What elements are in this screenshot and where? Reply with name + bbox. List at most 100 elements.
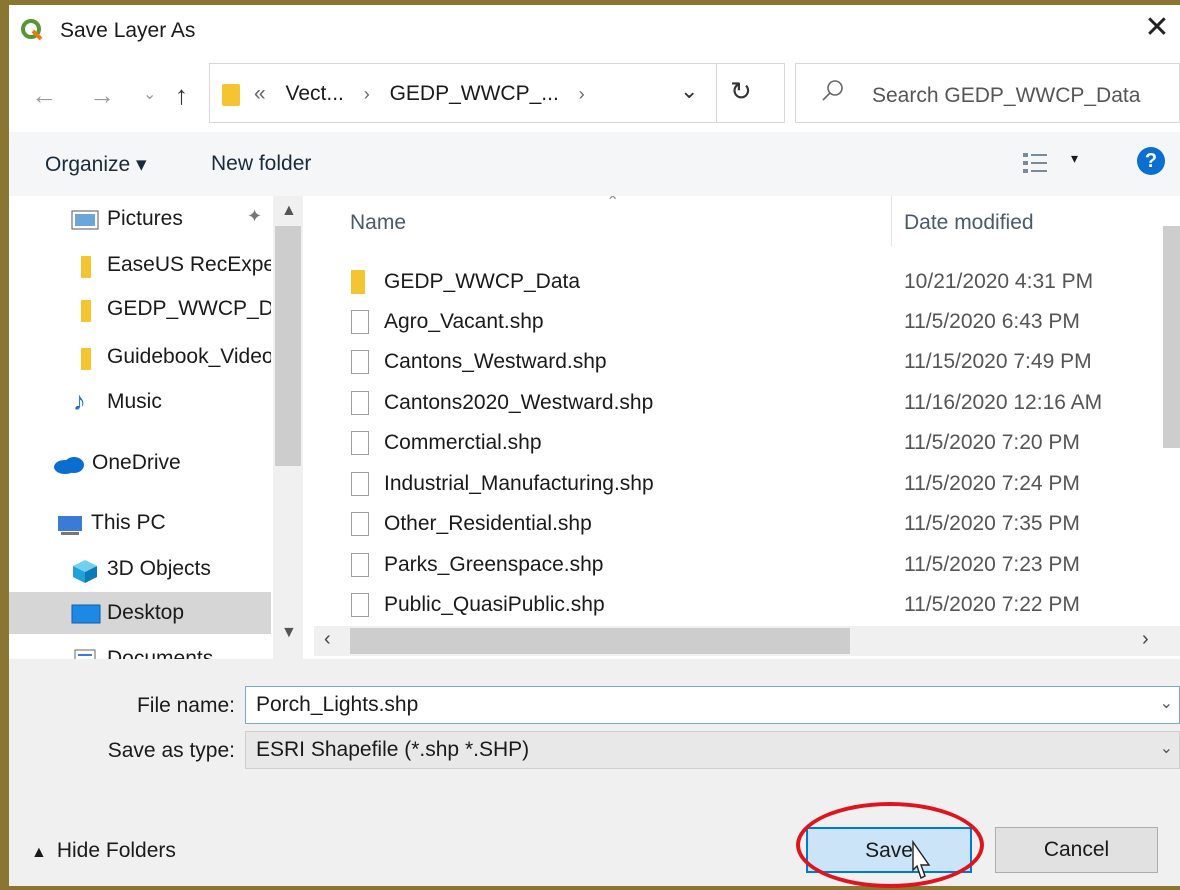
new-folder-button[interactable]: New folder: [211, 152, 311, 176]
file-name-field[interactable]: Porch_Lights.shp ⌄: [245, 686, 1180, 724]
navigation-scrollbar[interactable]: ▲ ▼: [273, 196, 303, 659]
view-options-chevron-icon[interactable]: ▾: [1071, 150, 1078, 167]
onedrive-icon: [54, 457, 84, 474]
folder-icon: [351, 270, 365, 294]
sidebar-item-music[interactable]: ♪ Music: [9, 381, 271, 423]
file-name: GEDP_WWCP_Data: [384, 270, 581, 293]
breadcrumb-separator-icon[interactable]: ›: [579, 84, 585, 104]
scrollbar-thumb[interactable]: [1163, 226, 1180, 448]
save-as-type-value: ESRI Shapefile (*.shp *.SHP): [256, 738, 530, 761]
sidebar-item-label: Music: [107, 390, 162, 413]
file-row[interactable]: Cantons_Westward.shp 11/15/2020 7:49 PM: [314, 342, 1154, 382]
file-name: Commerctial.shp: [384, 431, 542, 454]
file-date: 11/5/2020 7:23 PM: [904, 553, 1080, 576]
file-date: 10/21/2020 4:31 PM: [904, 270, 1094, 293]
file-date: 11/5/2020 6:43 PM: [904, 310, 1080, 333]
file-name: Agro_Vacant.shp: [384, 310, 544, 333]
hide-folders-button[interactable]: ▲ Hide Folders: [31, 839, 176, 863]
file-row[interactable]: Parks_Greenspace.shp 11/5/2020 7:23 PM: [314, 545, 1154, 585]
organize-button[interactable]: Organize ▾: [45, 152, 147, 177]
help-icon[interactable]: ?: [1137, 147, 1165, 175]
file-icon: [351, 593, 369, 617]
cancel-button[interactable]: Cancel: [995, 827, 1158, 873]
file-date: 11/15/2020 7:49 PM: [904, 350, 1092, 373]
file-date: 11/16/2020 12:16 AM: [904, 391, 1103, 414]
cube-icon: [73, 560, 97, 583]
sidebar-item-gedp-wwcp-data[interactable]: GEDP_WWCP_Data: [9, 288, 271, 330]
address-dropdown-icon[interactable]: ⌄: [680, 78, 698, 104]
address-bar[interactable]: « Vect... › GEDP_WWCP_... › ⌄ ↻: [209, 63, 785, 123]
file-icon: [351, 512, 369, 536]
sidebar-item-label: Pictures: [107, 207, 183, 230]
pin-icon[interactable]: ✦: [247, 206, 262, 227]
folder-icon: [81, 256, 91, 278]
file-name: Parks_Greenspace.shp: [384, 553, 604, 576]
desktop-icon: [71, 604, 101, 624]
navigation-pane: Pictures ✦ EaseUS RecExperts GEDP_WWCP_D…: [9, 196, 303, 659]
computer-icon: [58, 516, 82, 535]
breadcrumb-separator-icon[interactable]: ›: [364, 84, 370, 104]
folder-icon: [81, 300, 91, 322]
sidebar-item-label: GEDP_WWCP_Data: [107, 297, 271, 320]
file-row[interactable]: Cantons2020_Westward.shp 11/16/2020 12:1…: [314, 383, 1154, 423]
file-row[interactable]: Industrial_Manufacturing.shp 11/5/2020 7…: [314, 464, 1154, 504]
divider: [716, 64, 717, 122]
search-box[interactable]: Search GEDP_WWCP_Data: [795, 63, 1180, 123]
scroll-left-icon[interactable]: ‹: [324, 628, 331, 651]
chevron-up-icon: ▲: [31, 844, 47, 861]
file-icon: [351, 553, 369, 577]
scroll-up-icon[interactable]: ▲: [281, 202, 297, 220]
file-row[interactable]: Other_Residential.shp 11/5/2020 7:35 PM: [314, 504, 1154, 544]
sidebar-item-3d-objects[interactable]: 3D Objects: [9, 548, 271, 590]
file-row[interactable]: Public_QuasiPublic.shp 11/5/2020 7:22 PM: [314, 585, 1154, 625]
chevron-down-icon[interactable]: ⌄: [1160, 693, 1173, 713]
view-options-icon[interactable]: [1021, 150, 1051, 176]
sidebar-item-desktop[interactable]: Desktop: [9, 592, 271, 634]
scrollbar-thumb[interactable]: [275, 226, 301, 466]
breadcrumb-item[interactable]: Vect...: [286, 82, 344, 105]
file-row[interactable]: GEDP_WWCP_Data 10/21/2020 4:31 PM: [314, 262, 1154, 302]
search-input[interactable]: Search GEDP_WWCP_Data: [872, 84, 1140, 108]
column-header-name[interactable]: Name: [350, 211, 406, 235]
column-header-date-modified[interactable]: Date modified: [904, 211, 1034, 235]
scroll-right-icon[interactable]: ›: [1142, 628, 1149, 651]
scrollbar-thumb[interactable]: [350, 628, 850, 654]
sidebar-item-easeus[interactable]: EaseUS RecExperts: [9, 244, 271, 286]
sidebar-item-label: 3D Objects: [107, 557, 211, 580]
up-arrow-icon[interactable]: ↑: [175, 75, 188, 115]
title-bar: Save Layer As ✕: [9, 5, 1180, 53]
sidebar-item-guidebook-videos[interactable]: Guidebook_Videos: [9, 336, 271, 378]
file-icon: [351, 310, 369, 334]
forward-arrow-icon[interactable]: →: [89, 75, 115, 115]
breadcrumb-overflow[interactable]: «: [254, 82, 266, 105]
folder-icon: [81, 348, 91, 370]
file-list-horizontal-scrollbar[interactable]: ‹ ›: [314, 626, 1180, 656]
file-date: 11/5/2020 7:24 PM: [904, 472, 1080, 495]
sidebar-item-label: Guidebook_Videos: [107, 345, 271, 368]
save-as-type-label: Save as type:: [107, 739, 235, 762]
file-icon: [351, 472, 369, 496]
save-as-type-select[interactable]: ESRI Shapefile (*.shp *.SHP) ⌄: [245, 731, 1180, 769]
recent-locations-chevron-icon[interactable]: ⌄: [143, 75, 156, 115]
search-icon: [822, 80, 843, 101]
sidebar-item-onedrive[interactable]: OneDrive: [9, 442, 271, 484]
file-name-value: Porch_Lights.shp: [256, 693, 419, 716]
sidebar-item-this-pc[interactable]: This PC: [9, 502, 271, 544]
file-row[interactable]: Commerctial.shp 11/5/2020 7:20 PM: [314, 423, 1154, 463]
file-name: Cantons2020_Westward.shp: [384, 391, 654, 414]
command-bar: Organize ▾ New folder ▾: [9, 132, 1180, 196]
scroll-down-icon[interactable]: ▼: [281, 624, 297, 642]
chevron-down-icon[interactable]: ⌄: [1160, 738, 1173, 758]
close-button[interactable]: ✕: [1134, 5, 1180, 51]
file-date: 11/5/2020 7:20 PM: [904, 431, 1080, 454]
column-divider[interactable]: [891, 196, 892, 246]
file-list-vertical-scrollbar[interactable]: [1163, 196, 1180, 626]
file-date: 11/5/2020 7:35 PM: [904, 512, 1080, 535]
sidebar-item-documents[interactable]: Documents: [9, 638, 271, 659]
file-row[interactable]: Agro_Vacant.shp 11/5/2020 6:43 PM: [314, 302, 1154, 342]
file-name: Other_Residential.shp: [384, 512, 592, 535]
refresh-icon[interactable]: ↻: [730, 76, 752, 107]
back-arrow-icon[interactable]: ←: [31, 75, 57, 115]
breadcrumb-item[interactable]: GEDP_WWCP_...: [390, 82, 559, 105]
sidebar-item-pictures[interactable]: Pictures ✦: [9, 198, 271, 240]
